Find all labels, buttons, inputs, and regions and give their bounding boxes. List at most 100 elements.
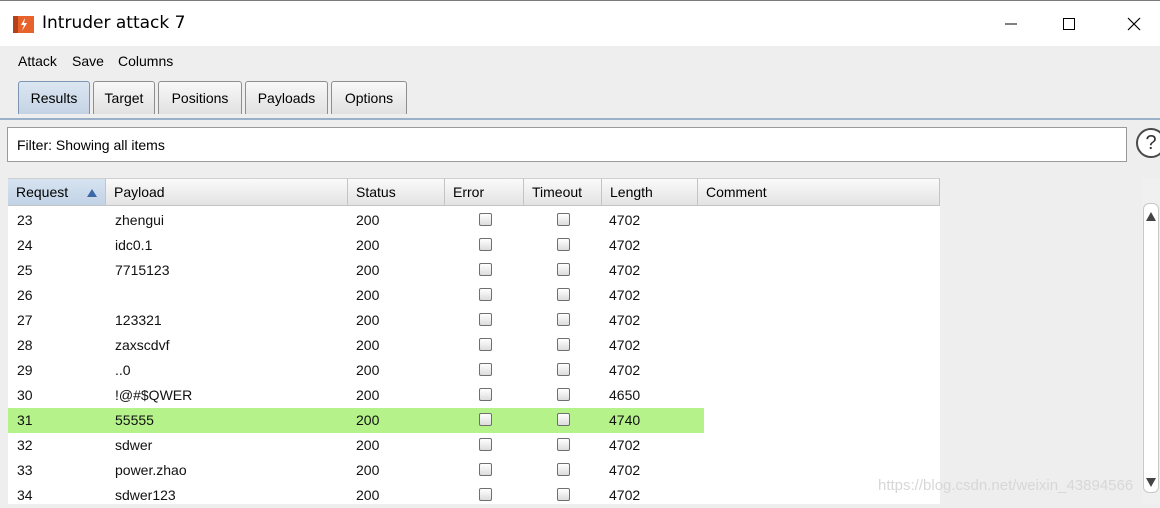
cell-payload: zaxscdvf (115, 337, 170, 353)
error-checkbox-icon (479, 213, 492, 226)
close-button[interactable] (1110, 1, 1156, 47)
column-header-timeout[interactable]: Timeout (524, 178, 602, 206)
timeout-checkbox-icon (557, 363, 570, 376)
cell-request: 26 (17, 287, 33, 303)
cell-payload: sdwer (115, 437, 153, 453)
tab-options[interactable]: Options (331, 81, 407, 114)
table-row[interactable]: 26 200 4702 (8, 283, 940, 308)
error-checkbox-icon (479, 338, 492, 351)
cell-status: 200 (356, 487, 380, 503)
column-header-label: Request (16, 184, 69, 200)
cell-length: 4702 (609, 362, 641, 378)
cell-length: 4702 (609, 287, 641, 303)
menu-save[interactable]: Save (72, 53, 104, 69)
maximize-icon (1063, 18, 1075, 30)
timeout-checkbox-icon (557, 263, 570, 276)
tab-target[interactable]: Target (93, 81, 155, 114)
cell-request: 28 (17, 337, 33, 353)
column-header-status[interactable]: Status (348, 178, 445, 206)
cell-request: 25 (17, 262, 33, 278)
table-row[interactable]: 27 123321 200 4702 (8, 308, 940, 333)
menu-columns[interactable]: Columns (118, 53, 173, 69)
filter-label: Filter: Showing all items (17, 137, 165, 153)
cell-length: 4702 (609, 462, 641, 478)
cell-length: 4702 (609, 487, 641, 503)
cell-request: 33 (17, 462, 33, 478)
timeout-checkbox-icon (557, 338, 570, 351)
menu-attack[interactable]: Attack (18, 53, 57, 69)
timeout-checkbox-icon (557, 488, 570, 501)
cell-status: 200 (356, 437, 380, 453)
cell-request: 31 (17, 412, 33, 428)
cell-status: 200 (356, 287, 380, 303)
cell-status: 200 (356, 412, 380, 428)
cell-status: 200 (356, 337, 380, 353)
cell-request: 34 (17, 487, 33, 503)
help-icon[interactable]: ? (1136, 128, 1160, 158)
column-header-error[interactable]: Error (445, 178, 524, 206)
window-title: Intruder attack 7 (42, 13, 186, 33)
error-checkbox-icon (479, 238, 492, 251)
cell-payload: sdwer123 (115, 487, 176, 503)
minimize-button[interactable] (988, 1, 1034, 47)
cell-length: 4702 (609, 437, 641, 453)
cell-length: 4702 (609, 237, 641, 253)
timeout-checkbox-icon (557, 388, 570, 401)
tab-payloads[interactable]: Payloads (245, 81, 328, 114)
scrollbar-track[interactable] (1143, 203, 1159, 493)
cell-length: 4702 (609, 337, 641, 353)
scroll-down-arrow-icon[interactable] (1146, 478, 1156, 487)
cell-request: 23 (17, 212, 33, 228)
cell-length: 4740 (609, 412, 641, 428)
cell-payload: idc0.1 (115, 237, 153, 253)
table-row[interactable]: 33 power.zhao 200 4702 (8, 458, 940, 483)
cell-status: 200 (356, 312, 380, 328)
vertical-scrollbar[interactable] (1142, 178, 1160, 504)
table-row[interactable]: 30 !@#$QWER 200 4650 (8, 383, 940, 408)
table-row[interactable]: 25 7715123 200 4702 (8, 258, 940, 283)
cell-status: 200 (356, 212, 380, 228)
error-checkbox-icon (479, 288, 492, 301)
column-header-payload[interactable]: Payload (106, 178, 348, 206)
cell-status: 200 (356, 262, 380, 278)
burp-app-icon (13, 16, 34, 33)
column-header-length[interactable]: Length (602, 178, 698, 206)
cell-length: 4702 (609, 262, 641, 278)
cell-request: 24 (17, 237, 33, 253)
scroll-up-arrow-icon[interactable] (1146, 212, 1156, 221)
error-checkbox-icon (479, 413, 492, 426)
tab-positions[interactable]: Positions (158, 81, 242, 114)
cell-length: 4702 (609, 212, 641, 228)
table-header: Request Payload Status Error Timeout Len… (8, 178, 940, 206)
filter-bar[interactable]: Filter: Showing all items (7, 127, 1127, 162)
column-header-comment[interactable]: Comment (698, 178, 940, 206)
column-header-request[interactable]: Request (8, 178, 106, 206)
title-bar: Intruder attack 7 (0, 0, 1160, 46)
timeout-checkbox-icon (557, 438, 570, 451)
cell-request: 27 (17, 312, 33, 328)
cell-payload: power.zhao (115, 462, 187, 478)
maximize-button[interactable] (1046, 1, 1092, 47)
timeout-checkbox-icon (557, 238, 570, 251)
table-row[interactable]: 29 ..0 200 4702 (8, 358, 940, 383)
cell-payload: 7715123 (115, 262, 170, 278)
table-row[interactable]: 23 zhengui 200 4702 (8, 208, 940, 233)
cell-request: 30 (17, 387, 33, 403)
table-row[interactable]: 34 sdwer123 200 4702 (8, 483, 940, 508)
error-checkbox-icon (479, 363, 492, 376)
table-row[interactable]: 24 idc0.1 200 4702 (8, 233, 940, 258)
cell-length: 4650 (609, 387, 641, 403)
menu-bar: Attack Save Columns (0, 46, 1160, 76)
table-row[interactable]: 32 sdwer 200 4702 (8, 433, 940, 458)
cell-status: 200 (356, 362, 380, 378)
cell-payload: ..0 (115, 362, 131, 378)
table-row-selected[interactable]: 31 55555 200 4740 (8, 408, 704, 433)
timeout-checkbox-icon (557, 313, 570, 326)
table-row[interactable]: 28 zaxscdvf 200 4702 (8, 333, 940, 358)
cell-status: 200 (356, 462, 380, 478)
watermark: https://blog.csdn.net/weixin_43894566 (878, 477, 1134, 494)
error-checkbox-icon (479, 313, 492, 326)
cell-payload: 123321 (115, 312, 162, 328)
tab-results[interactable]: Results (18, 81, 90, 114)
error-checkbox-icon (479, 388, 492, 401)
